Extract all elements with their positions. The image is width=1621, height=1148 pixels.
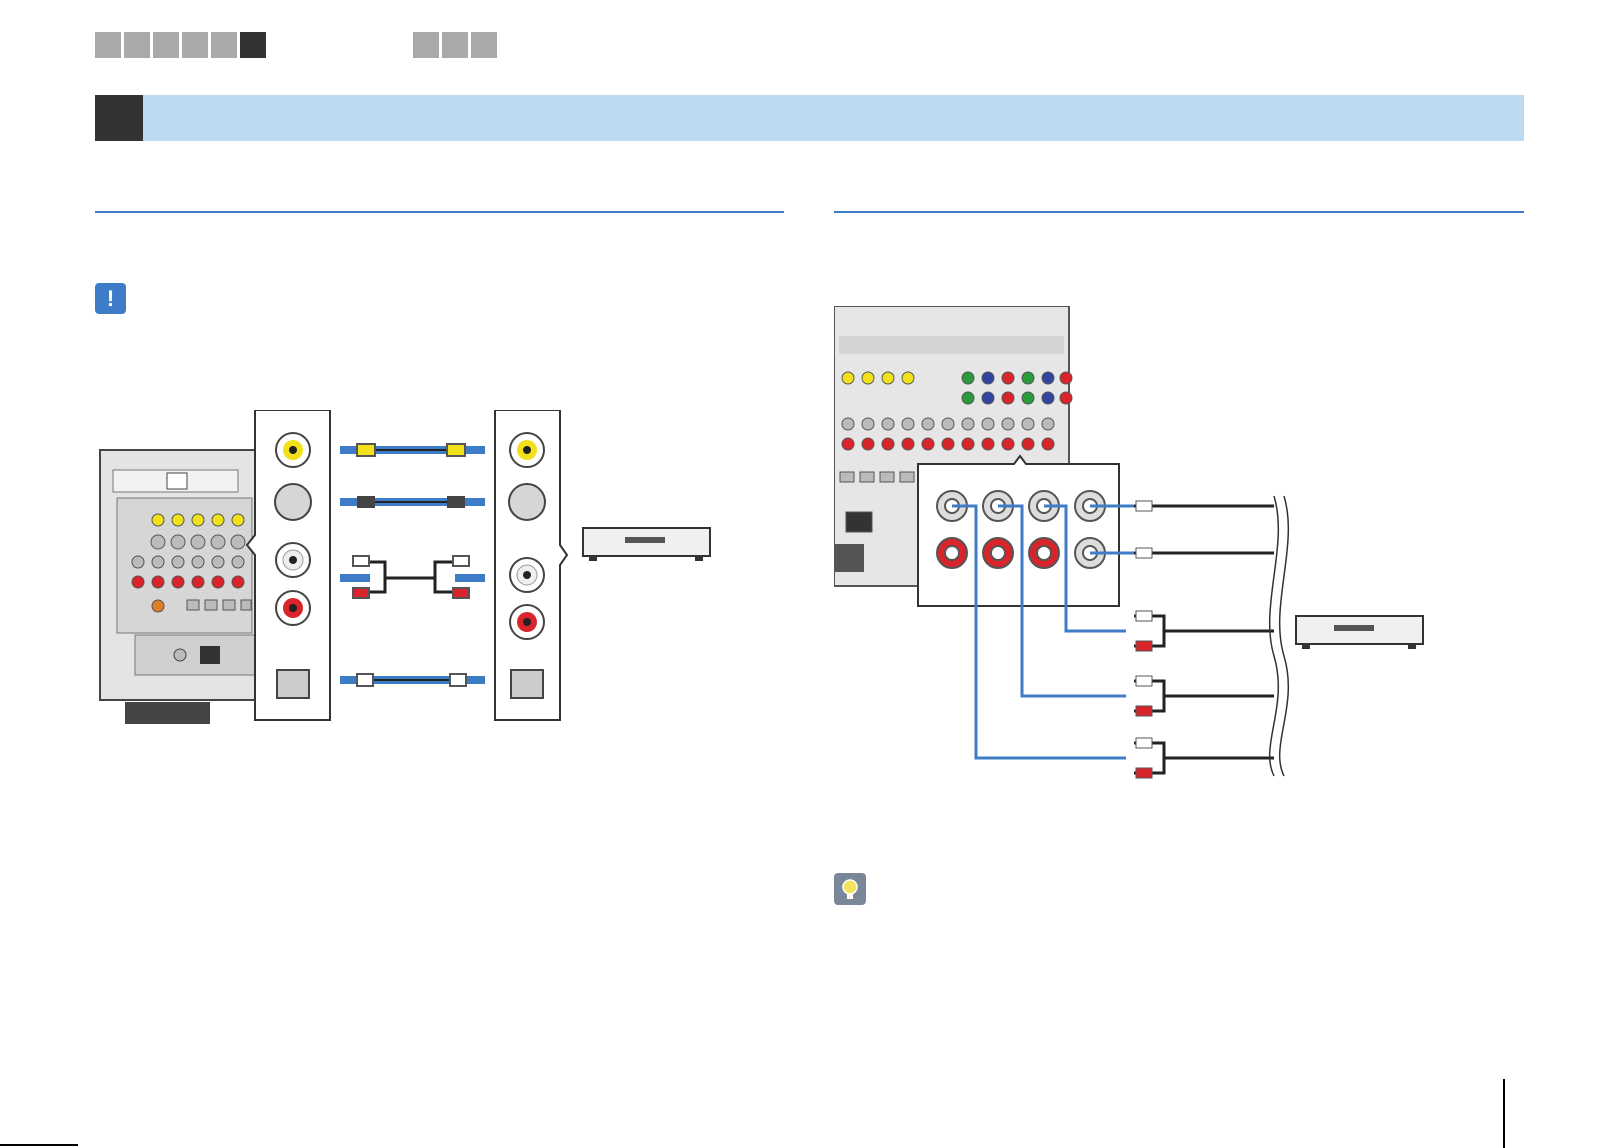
plugs [1135, 500, 1153, 779]
utility-tab-1[interactable] [413, 32, 439, 58]
chapter-tab-3[interactable] [153, 32, 179, 58]
section-number-box [95, 95, 143, 141]
utility-tab-2[interactable] [442, 32, 468, 58]
chapter-tab-1[interactable] [95, 32, 121, 58]
chapter-nav [95, 32, 266, 58]
utility-tab-3[interactable] [471, 32, 497, 58]
left-connection-diagram [99, 410, 711, 724]
utility-nav [413, 32, 497, 58]
receiver-jack-callout [245, 410, 331, 721]
chapter-tab-5[interactable] [211, 32, 237, 58]
chapter-tab-2[interactable] [124, 32, 150, 58]
right-heading-rule [834, 211, 1524, 213]
output-jack-callout [917, 454, 1120, 607]
playback-device [582, 527, 711, 561]
page-edge-mark [1503, 1079, 1505, 1148]
cables [340, 443, 485, 687]
chapter-tab-4[interactable] [182, 32, 208, 58]
device-jack-callout [494, 410, 569, 721]
chapter-tab-6-active[interactable] [240, 32, 266, 58]
playback-device [1295, 615, 1424, 649]
lightbulb-icon [834, 873, 866, 905]
right-connection-diagram [834, 306, 1424, 779]
footer-rule [0, 1144, 78, 1146]
exclamation-icon: ! [95, 283, 126, 314]
receiver-rear-panel [99, 449, 256, 724]
section-header-bar [95, 95, 1524, 141]
left-heading-rule [95, 211, 784, 213]
